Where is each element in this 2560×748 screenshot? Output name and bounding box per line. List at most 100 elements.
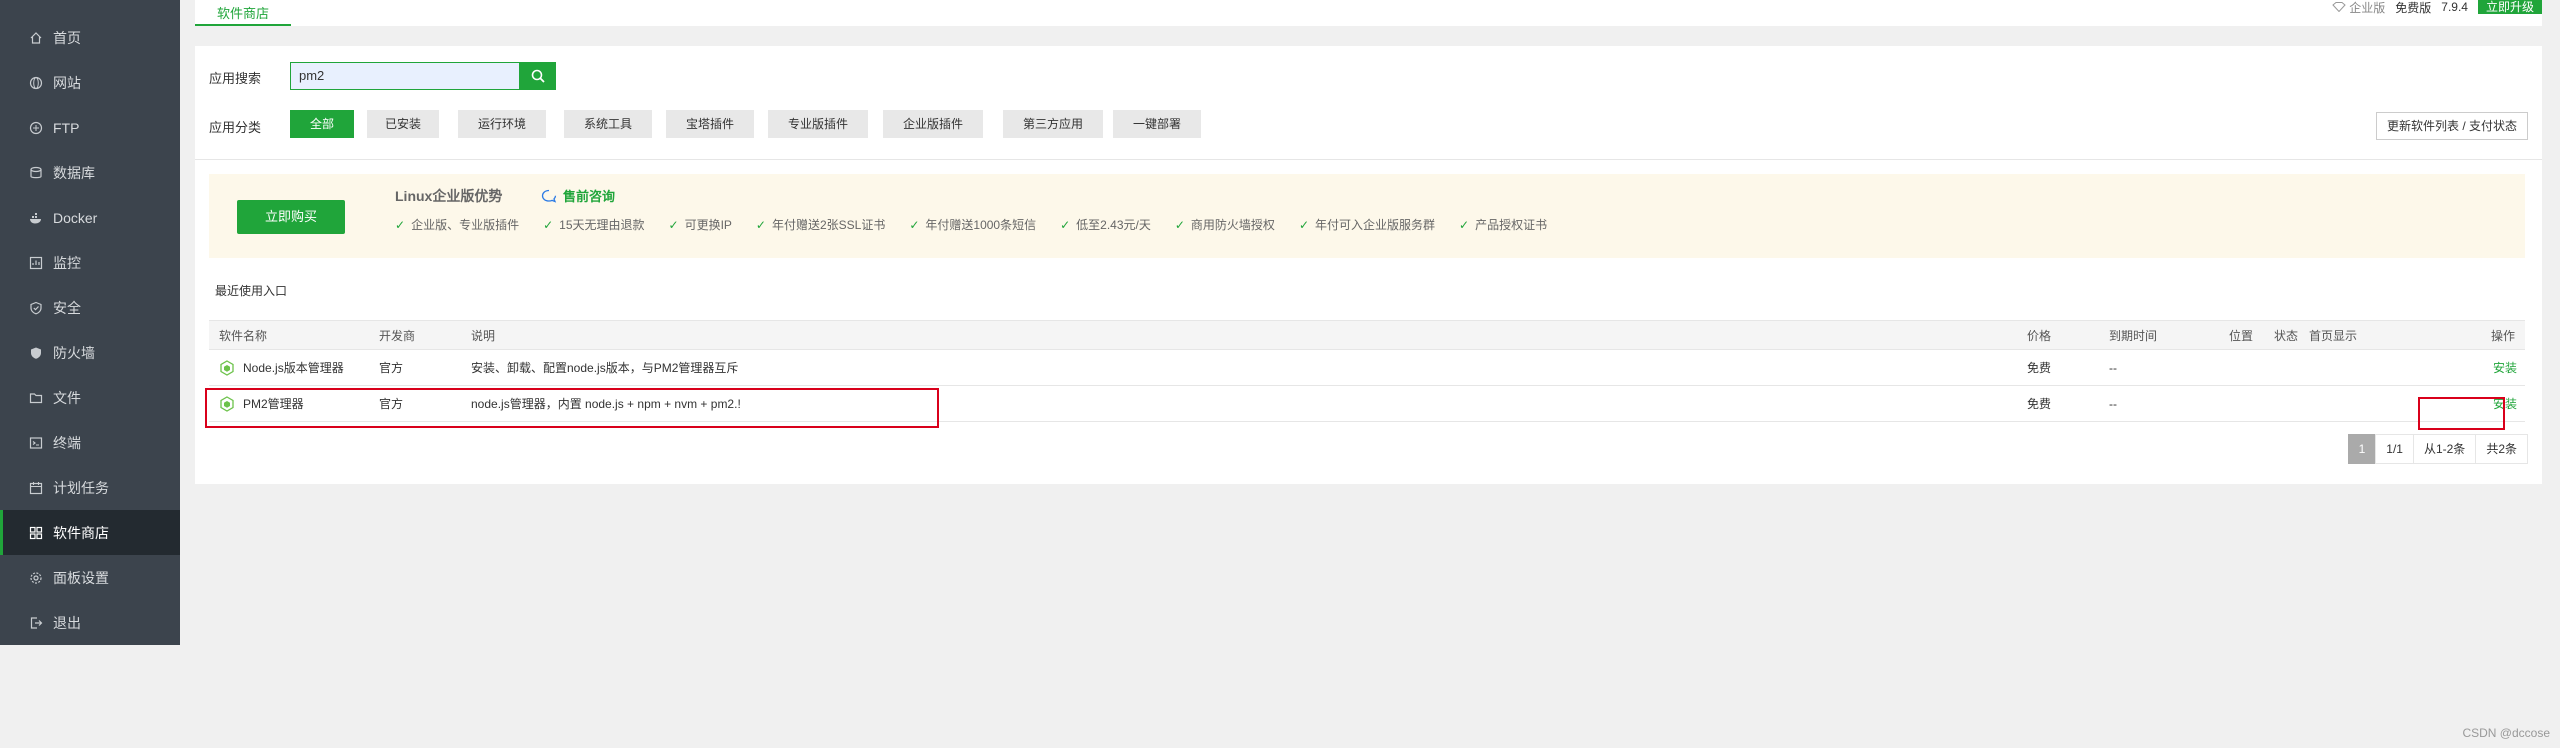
app-name[interactable]: Node.js版本管理器 (243, 359, 344, 376)
sidebar-item-website[interactable]: 网站 (0, 60, 180, 105)
category-system-tools[interactable]: 系统工具 (564, 110, 652, 138)
presale-consult-link[interactable]: 售前咨询 (541, 186, 615, 205)
enterprise-badge[interactable]: 企业版 (2332, 0, 2385, 16)
app-description: 安装、卸载、配置node.js版本，与PM2管理器互斥 (471, 361, 739, 375)
buy-now-button[interactable]: 立即购买 (237, 200, 345, 234)
sidebar-item-cron[interactable]: 计划任务 (0, 465, 180, 510)
category-enterprise-plugins[interactable]: 企业版插件 (883, 110, 983, 138)
category-runtime[interactable]: 运行环境 (458, 110, 546, 138)
sidebar-item-docker[interactable]: Docker (0, 195, 180, 240)
install-button[interactable]: 安装 (2493, 350, 2517, 385)
database-icon (29, 166, 43, 180)
watermark: CSDN @dccose (2462, 726, 2550, 740)
benefit-item: 商用防火墙授权 (1175, 216, 1275, 233)
col-expire: 到期时间 (2109, 328, 2158, 343)
ftp-icon (29, 121, 43, 135)
terminal-icon (29, 436, 43, 450)
col-description: 说明 (471, 328, 496, 343)
col-operation: 操作 (2490, 328, 2515, 343)
sidebar-item-label: 软件商店 (53, 524, 109, 541)
firewall-icon (29, 346, 43, 360)
sidebar-item-label: 终端 (53, 434, 81, 451)
col-status: 状态 (2274, 328, 2299, 343)
app-price: 免费 (2027, 361, 2052, 375)
sidebar-item-label: 网站 (53, 74, 81, 91)
sidebar: 首页 网站 FTP 数据库 Docker 监控 安全 防火墙 文件 终端 计划任… (0, 0, 180, 645)
grid-icon (29, 526, 43, 540)
sidebar-item-label: FTP (53, 119, 80, 136)
nodejs-icon (219, 359, 235, 376)
col-developer: 开发商 (379, 328, 416, 343)
sidebar-item-firewall[interactable]: 防火墙 (0, 330, 180, 375)
search-icon (531, 69, 545, 83)
search-button[interactable] (520, 62, 556, 90)
promo-banner: 立即购买 Linux企业版优势 售前咨询 企业版、专业版插件 15天无理由退款 … (209, 174, 2525, 258)
sidebar-item-terminal[interactable]: 终端 (0, 420, 180, 465)
calendar-icon (29, 481, 43, 495)
logout-icon (29, 616, 43, 630)
col-name: 软件名称 (219, 328, 268, 343)
sidebar-item-files[interactable]: 文件 (0, 375, 180, 420)
sidebar-item-security[interactable]: 安全 (0, 285, 180, 330)
benefit-item: 年付赠送1000条短信 (909, 216, 1036, 233)
page-count: 1/1 (2375, 434, 2414, 464)
upgrade-button[interactable]: 立即升级 (2477, 0, 2542, 14)
search-input[interactable]: pm2 (290, 62, 520, 90)
benefit-item: 低至2.43元/天 (1060, 216, 1151, 233)
app-price: 免费 (2027, 397, 2052, 411)
sidebar-item-home[interactable]: 首页 (0, 15, 180, 60)
highlight-box-row (205, 388, 939, 428)
benefit-item: 年付可入企业版服务群 (1299, 216, 1435, 233)
benefit-item: 产品授权证书 (1459, 216, 1547, 233)
chat-icon (541, 189, 557, 203)
sidebar-item-label: 文件 (53, 389, 81, 406)
benefit-item: 可更换IP (669, 216, 732, 233)
sidebar-item-label: 计划任务 (53, 479, 109, 496)
app-expire: -- (2109, 360, 2117, 375)
recent-entries-label: 最近使用入口 (215, 284, 288, 298)
sidebar-item-label: 退出 (53, 614, 81, 631)
category-pro-plugins[interactable]: 专业版插件 (768, 110, 868, 138)
highlight-box-install (2418, 397, 2505, 430)
sidebar-item-label: 首页 (53, 29, 81, 46)
app-developer: 官方 (379, 361, 404, 375)
category-all[interactable]: 全部 (290, 110, 354, 138)
docker-icon (29, 211, 43, 225)
category-installed[interactable]: 已安装 (367, 110, 439, 138)
shield-icon (29, 301, 43, 315)
sidebar-item-label: 监控 (53, 254, 81, 271)
divider (195, 159, 2542, 160)
sidebar-item-database[interactable]: 数据库 (0, 150, 180, 195)
search-label: 应用搜索 (209, 71, 262, 86)
col-price: 价格 (2027, 328, 2052, 343)
refresh-list-button[interactable]: 更新软件列表 / 支付状态 (2375, 112, 2528, 140)
sidebar-item-store[interactable]: 软件商店 (0, 510, 180, 555)
sidebar-item-ftp[interactable]: FTP (0, 105, 180, 150)
category-bt-plugins[interactable]: 宝塔插件 (666, 110, 754, 138)
folder-icon (29, 391, 43, 405)
promo-title: Linux企业版优势 (395, 188, 503, 204)
category-third-party[interactable]: 第三方应用 (1003, 110, 1103, 138)
top-tab-bar: 软件商店 企业版 免费版 7.9.4 立即升级 (195, 0, 2542, 26)
globe-icon (29, 76, 43, 90)
tab-software-store[interactable]: 软件商店 (195, 0, 291, 26)
sidebar-item-monitor[interactable]: 监控 (0, 240, 180, 285)
category-one-click-deploy[interactable]: 一键部署 (1113, 110, 1201, 138)
home-icon (29, 31, 43, 45)
page-range: 从1-2条 (2412, 434, 2477, 464)
benefits-list: 企业版、专业版插件 15天无理由退款 可更换IP 年付赠送2张SSL证书 年付赠… (395, 216, 1547, 233)
sidebar-item-label: 安全 (53, 299, 81, 316)
top-right-info: 企业版 免费版 7.9.4 立即升级 (2332, 0, 2542, 16)
diamond-icon (2332, 1, 2346, 12)
sidebar-footer (0, 645, 180, 748)
edition-label: 免费版 (2395, 0, 2432, 15)
category-label: 应用分类 (209, 120, 262, 135)
table-row: Node.js版本管理器 官方 安装、卸载、配置node.js版本，与PM2管理… (209, 350, 2525, 386)
benefit-item: 15天无理由退款 (543, 216, 644, 233)
sidebar-item-logout[interactable]: 退出 (0, 600, 180, 645)
gear-icon (29, 571, 43, 585)
sidebar-item-label: 防火墙 (53, 344, 95, 361)
sidebar-item-settings[interactable]: 面板设置 (0, 555, 180, 600)
page-current[interactable]: 1 (2347, 434, 2377, 464)
col-position: 位置 (2229, 328, 2254, 343)
